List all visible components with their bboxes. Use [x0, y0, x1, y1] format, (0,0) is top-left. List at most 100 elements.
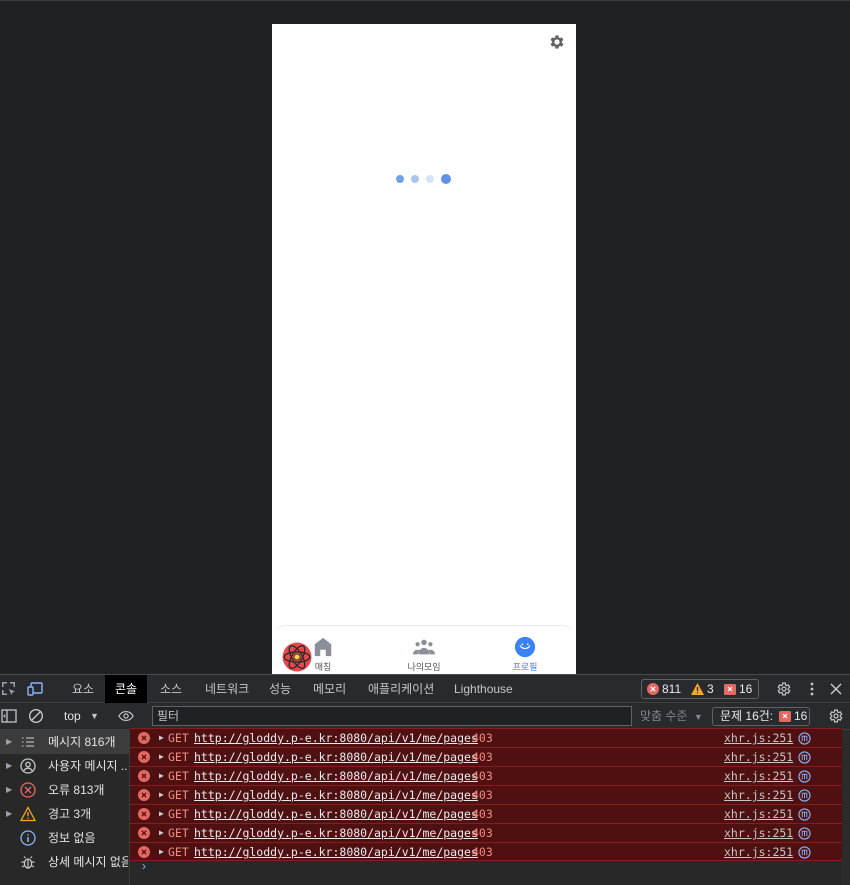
clear-console-icon[interactable] [28, 708, 44, 724]
error-icon [138, 808, 150, 820]
log-source-link[interactable]: xhr.js:251 [724, 767, 793, 785]
live-expression-eye-icon[interactable] [118, 708, 134, 724]
network-request-icon[interactable] [798, 827, 811, 840]
log-status: 403 [472, 769, 493, 783]
expand-arrow-icon[interactable]: ▶ [159, 748, 164, 766]
log-method: GET [168, 788, 189, 802]
log-row[interactable]: ▶ GET http://gloddy.p-e.kr:8080/api/v1/m… [130, 804, 842, 823]
tab-elements[interactable]: 요소 [62, 675, 104, 703]
settings-gear-icon[interactable] [548, 33, 566, 51]
sidebar-item-verbose[interactable]: 상세 메시지 없음 [0, 850, 129, 874]
network-request-icon[interactable] [798, 808, 811, 821]
issues-label: 문제 16건: [720, 709, 774, 723]
profile-smile-icon [514, 636, 536, 658]
log-row[interactable]: ▶ GET http://gloddy.p-e.kr:8080/api/v1/m… [130, 766, 842, 785]
log-url-link[interactable]: http://gloddy.p-e.kr:8080/api/v1/me/page… [194, 767, 478, 785]
log-status: 403 [472, 807, 493, 821]
tab-performance[interactable]: 성능 [259, 675, 301, 703]
expand-arrow-icon[interactable]: ▶ [159, 729, 164, 747]
issues-count-value: 16 [739, 682, 753, 696]
tab-application[interactable]: 애플리케이션 [358, 675, 444, 703]
more-options-icon[interactable] [804, 681, 820, 697]
sidebar-item-user-messages[interactable]: ▶ 사용자 메시지 ... [0, 754, 129, 778]
expand-arrow-icon[interactable]: ▶ [6, 754, 12, 778]
warning-count: 3 [691, 680, 714, 698]
sidebar-item-label: 사용자 메시지 ... [48, 759, 128, 773]
sidebar-item-messages[interactable]: ▶ 메시지 816개 [0, 730, 129, 754]
devtools-tabbar: 요소 콘솔 소스 네트워크 성능 메모리 애플리케이션 Lighthouse 8… [0, 675, 850, 703]
issue-flag-icon [779, 711, 791, 722]
context-selector[interactable]: top ▼ [58, 708, 102, 724]
log-row[interactable]: ▶ GET http://gloddy.p-e.kr:8080/api/v1/m… [130, 823, 842, 842]
network-request-icon[interactable] [798, 846, 811, 859]
expand-arrow-icon[interactable]: ▶ [159, 786, 164, 804]
console-prompt[interactable]: › [142, 859, 146, 873]
tab-matching[interactable]: 매칭 [283, 636, 363, 673]
log-method: GET [168, 731, 189, 745]
expand-arrow-icon[interactable]: ▶ [159, 824, 164, 842]
network-request-icon[interactable] [798, 751, 811, 764]
log-source-link[interactable]: xhr.js:251 [724, 824, 793, 842]
expand-arrow-icon[interactable]: ▶ [159, 805, 164, 823]
sidebar-item-label: 오류 813개 [48, 783, 105, 797]
viewport: 매칭 나의모임 프로필 [0, 0, 850, 674]
tab-lighthouse[interactable]: Lighthouse [444, 675, 523, 703]
log-url-link[interactable]: http://gloddy.p-e.kr:8080/api/v1/me/page… [194, 729, 478, 747]
sidebar-item-errors[interactable]: ▶ 오류 813개 [0, 778, 129, 802]
filter-input[interactable]: 필터 [152, 706, 632, 726]
error-icon [138, 751, 150, 763]
tab-network[interactable]: 네트워크 [195, 675, 259, 703]
log-method: GET [168, 826, 189, 840]
log-row[interactable]: ▶ GET http://gloddy.p-e.kr:8080/api/v1/m… [130, 747, 842, 766]
console-scrollbar[interactable] [842, 730, 850, 885]
group-icon [413, 639, 435, 655]
console-counts[interactable]: 811 3 16 [641, 679, 759, 699]
close-icon[interactable] [828, 681, 844, 697]
sidebar-toggle-icon[interactable] [1, 708, 17, 724]
network-request-icon[interactable] [798, 789, 811, 802]
sidebar-item-info[interactable]: 정보 없음 [0, 826, 129, 850]
log-levels-dropdown[interactable]: 맞춤 수준 ▼ [640, 708, 703, 725]
log-source-link[interactable]: xhr.js:251 [724, 805, 793, 823]
log-row[interactable]: ▶ GET http://gloddy.p-e.kr:8080/api/v1/m… [130, 728, 842, 747]
list-icon [22, 737, 34, 747]
tab-label: 프로필 [512, 662, 538, 672]
inspect-element-icon[interactable] [1, 681, 17, 697]
warning-icon [20, 806, 36, 822]
log-source-link[interactable]: xhr.js:251 [724, 748, 793, 766]
log-method: GET [168, 750, 189, 764]
network-request-icon[interactable] [798, 770, 811, 783]
log-url-link[interactable]: http://gloddy.p-e.kr:8080/api/v1/me/page… [194, 786, 478, 804]
settings-gear-icon[interactable] [776, 681, 792, 697]
tab-console[interactable]: 콘솔 [105, 675, 148, 703]
tab-sources[interactable]: 소스 [150, 675, 192, 703]
tab-memory[interactable]: 메모리 [303, 675, 356, 703]
log-row[interactable]: ▶ GET http://gloddy.p-e.kr:8080/api/v1/m… [130, 785, 842, 804]
expand-arrow-icon[interactable]: ▶ [159, 843, 164, 861]
log-source-link[interactable]: xhr.js:251 [724, 843, 793, 861]
expand-arrow-icon[interactable]: ▶ [159, 767, 164, 785]
log-url-link[interactable]: http://gloddy.p-e.kr:8080/api/v1/me/page… [194, 748, 478, 766]
tab-profile[interactable]: 프로필 [485, 636, 565, 673]
devtools-panel: 요소 콘솔 소스 네트워크 성능 메모리 애플리케이션 Lighthouse 8… [0, 674, 850, 885]
loading-dot [426, 175, 434, 183]
sidebar-item-warnings[interactable]: ▶ 경고 3개 [0, 802, 129, 826]
expand-arrow-icon[interactable]: ▶ [6, 730, 12, 754]
log-url-link[interactable]: http://gloddy.p-e.kr:8080/api/v1/me/page… [194, 824, 478, 842]
log-url-link[interactable]: http://gloddy.p-e.kr:8080/api/v1/me/page… [194, 843, 478, 861]
expand-arrow-icon[interactable]: ▶ [6, 802, 12, 826]
network-request-icon[interactable] [798, 732, 811, 745]
expand-arrow-icon[interactable]: ▶ [6, 778, 12, 802]
issues-button[interactable]: 문제 16건: 16 [712, 707, 810, 726]
sidebar-item-label: 경고 3개 [48, 807, 92, 821]
log-row[interactable]: ▶ GET http://gloddy.p-e.kr:8080/api/v1/m… [130, 842, 842, 861]
log-source-link[interactable]: xhr.js:251 [724, 786, 793, 804]
device-toolbar-icon[interactable] [27, 681, 43, 697]
log-source-link[interactable]: xhr.js:251 [724, 729, 793, 747]
top-divider [0, 0, 850, 1]
console-settings-gear-icon[interactable] [828, 708, 844, 724]
log-url-link[interactable]: http://gloddy.p-e.kr:8080/api/v1/me/page… [194, 805, 478, 823]
error-icon [647, 683, 659, 695]
tab-my-groups[interactable]: 나의모임 [384, 636, 464, 673]
console-output: ▶ GET http://gloddy.p-e.kr:8080/api/v1/m… [130, 728, 842, 885]
